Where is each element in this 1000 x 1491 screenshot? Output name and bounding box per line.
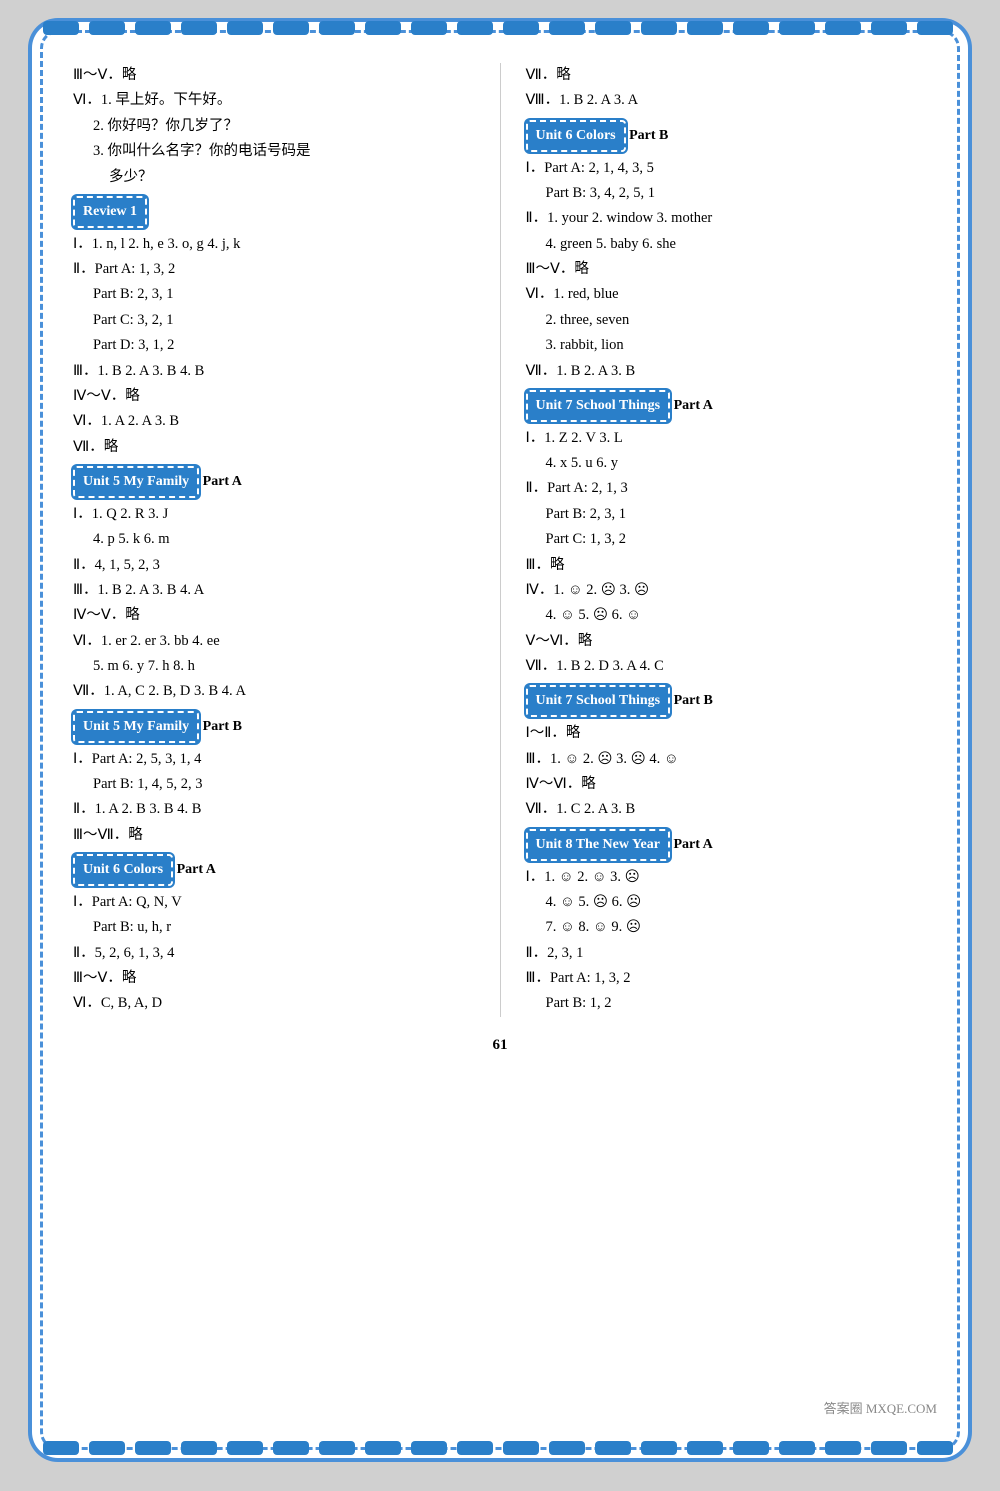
content-line: Ⅶ．1. B 2. D 3. A 4. C	[526, 654, 928, 679]
content-line: 多少？	[73, 165, 475, 190]
content-line: Ⅲ．Part A: 1, 3, 2	[526, 966, 928, 991]
unit-badge-row: Unit 6 Colors Part B	[526, 120, 928, 154]
content-line: 4. ☺ 5. ☹ 6. ☺	[526, 603, 928, 628]
content-line: 7. ☺ 8. ☺ 9. ☹	[526, 915, 928, 940]
content-line: Ⅴ～Ⅵ．略	[526, 629, 928, 654]
part-label: Part A	[199, 474, 242, 489]
part-label: Part A	[670, 398, 713, 413]
content-line: Ⅰ．Part A: 2, 1, 4, 3, 5	[526, 156, 928, 181]
content-line: Ⅶ．略	[73, 435, 475, 460]
unit-badge-row: Unit 5 My Family Part B	[73, 711, 475, 745]
content-line: Ⅱ．2, 3, 1	[526, 941, 928, 966]
unit-badge: Unit 6 Colors	[526, 120, 626, 152]
content-line: 4. x 5. u 6. y	[526, 451, 928, 476]
content-line: Ⅱ．Part A: 1, 3, 2	[73, 257, 475, 282]
unit-badge: Unit 8 The New Year	[526, 829, 670, 861]
column-divider	[500, 63, 501, 1017]
unit-badge-row: Unit 7 School Things Part B	[526, 685, 928, 719]
content-line: Part D: 3, 1, 2	[73, 333, 475, 358]
watermark: 答案圈 MXQE.COM	[824, 1398, 937, 1417]
part-label: Part A	[173, 862, 216, 877]
unit-badge-row: Unit 7 School Things Part A	[526, 390, 928, 424]
left-column: Ⅲ～Ⅴ．略Ⅵ．1. 早上好。下午好。2. 你好吗？你几岁了？3. 你叫什么名字？…	[73, 63, 475, 1017]
content-line: Ⅵ．1. 早上好。下午好。	[73, 88, 475, 113]
content-line: Ⅱ．5, 2, 6, 1, 3, 4	[73, 941, 475, 966]
content-line: Ⅰ．1. ☺ 2. ☺ 3. ☹	[526, 865, 928, 890]
content-line: Ⅳ～Ⅴ．略	[73, 603, 475, 628]
content-line: 4. p 5. k 6. m	[73, 527, 475, 552]
content-line: Ⅲ．1. B 2. A 3. B 4. A	[73, 578, 475, 603]
content-line: Ⅰ．Part A: Q, N, V	[73, 890, 475, 915]
content-line: Ⅰ．1. Z 2. V 3. L	[526, 426, 928, 451]
content-line: Ⅰ．1. Q 2. R 3. J	[73, 502, 475, 527]
content-line: Ⅳ．1. ☺ 2. ☹ 3. ☹	[526, 578, 928, 603]
content-line: Ⅱ．4, 1, 5, 2, 3	[73, 553, 475, 578]
part-label: Part B	[626, 128, 669, 143]
content-columns: Ⅲ～Ⅴ．略Ⅵ．1. 早上好。下午好。2. 你好吗？你几岁了？3. 你叫什么名字？…	[73, 63, 927, 1017]
unit-badge-row: Unit 5 My Family Part A	[73, 466, 475, 500]
unit-badge: Unit 6 Colors	[73, 854, 173, 886]
content-line: Part B: 1, 2	[526, 991, 928, 1016]
content-line: Ⅰ．1. n, l 2. h, e 3. o, g 4. j, k	[73, 232, 475, 257]
content-line: Ⅶ．1. A, C 2. B, D 3. B 4. A	[73, 679, 475, 704]
main-page: Ⅲ～Ⅴ．略Ⅵ．1. 早上好。下午好。2. 你好吗？你几岁了？3. 你叫什么名字？…	[40, 30, 960, 1450]
content-line: Ⅵ．1. A 2. A 3. B	[73, 409, 475, 434]
content-line: Part B: 1, 4, 5, 2, 3	[73, 772, 475, 797]
unit-badge: Unit 7 School Things	[526, 685, 671, 717]
content-line: Part C: 1, 3, 2	[526, 527, 928, 552]
content-line: Ⅲ．略	[526, 553, 928, 578]
part-label: Part A	[670, 837, 713, 852]
unit-badge: Unit 7 School Things	[526, 390, 671, 422]
part-label: Part B	[199, 719, 242, 734]
content-line: 2. 你好吗？你几岁了？	[73, 114, 475, 139]
unit-badge-row: Unit 6 Colors Part A	[73, 854, 475, 888]
content-line: Part B: 2, 3, 1	[73, 282, 475, 307]
content-line: Ⅵ．1. red, blue	[526, 282, 928, 307]
content-line: Ⅳ～Ⅴ．略	[73, 384, 475, 409]
content-line: 3. 你叫什么名字？你的电话号码是	[73, 139, 475, 164]
content-line: 2. three, seven	[526, 308, 928, 333]
content-line: Part B: 3, 4, 2, 5, 1	[526, 181, 928, 206]
content-line: 5. m 6. y 7. h 8. h	[73, 654, 475, 679]
content-line: Ⅶ．1. B 2. A 3. B	[526, 359, 928, 384]
content-line: Ⅲ．1. B 2. A 3. B 4. B	[73, 359, 475, 384]
content-line: Part B: 2, 3, 1	[526, 502, 928, 527]
right-column: Ⅶ．略Ⅷ．1. B 2. A 3. AUnit 6 Colors Part BⅠ…	[526, 63, 928, 1017]
content-line: Part B: u, h, r	[73, 915, 475, 940]
unit-badge: Unit 5 My Family	[73, 711, 199, 743]
content-line: 4. ☺ 5. ☹ 6. ☹	[526, 890, 928, 915]
content-line: Ⅷ．1. B 2. A 3. A	[526, 88, 928, 113]
content-line: Ⅵ．1. er 2. er 3. bb 4. ee	[73, 629, 475, 654]
content-line: Ⅶ．1. C 2. A 3. B	[526, 797, 928, 822]
content-line: Ⅲ～Ⅴ．略	[73, 63, 475, 88]
content-line: Ⅱ．1. your 2. window 3. mother	[526, 206, 928, 231]
content-line: 3. rabbit, lion	[526, 333, 928, 358]
unit-badge: Review 1	[73, 196, 147, 228]
content-line: Ⅵ．C, B, A, D	[73, 991, 475, 1016]
part-label: Part B	[670, 693, 713, 708]
content-line: Ⅲ～Ⅴ．略	[526, 257, 928, 282]
content-line: Ⅲ～Ⅶ．略	[73, 823, 475, 848]
content-line: Ⅱ．Part A: 2, 1, 3	[526, 476, 928, 501]
unit-badge: Unit 5 My Family	[73, 466, 199, 498]
page-number: 61	[73, 1037, 927, 1054]
unit-badge-row: Review 1	[73, 196, 475, 230]
content-line: 4. green 5. baby 6. she	[526, 232, 928, 257]
unit-badge-row: Unit 8 The New Year Part A	[526, 829, 928, 863]
top-deco	[43, 21, 957, 39]
content-line: Ⅰ．Part A: 2, 5, 3, 1, 4	[73, 747, 475, 772]
content-line: Ⅰ～Ⅱ．略	[526, 721, 928, 746]
content-line: Ⅲ～Ⅴ．略	[73, 966, 475, 991]
content-line: Ⅳ～Ⅵ．略	[526, 772, 928, 797]
content-line: Ⅱ．1. A 2. B 3. B 4. B	[73, 797, 475, 822]
content-line: Ⅶ．略	[526, 63, 928, 88]
content-line: Part C: 3, 2, 1	[73, 308, 475, 333]
bottom-deco	[43, 1441, 957, 1459]
content-line: Ⅲ．1. ☺ 2. ☹ 3. ☹ 4. ☺	[526, 747, 928, 772]
